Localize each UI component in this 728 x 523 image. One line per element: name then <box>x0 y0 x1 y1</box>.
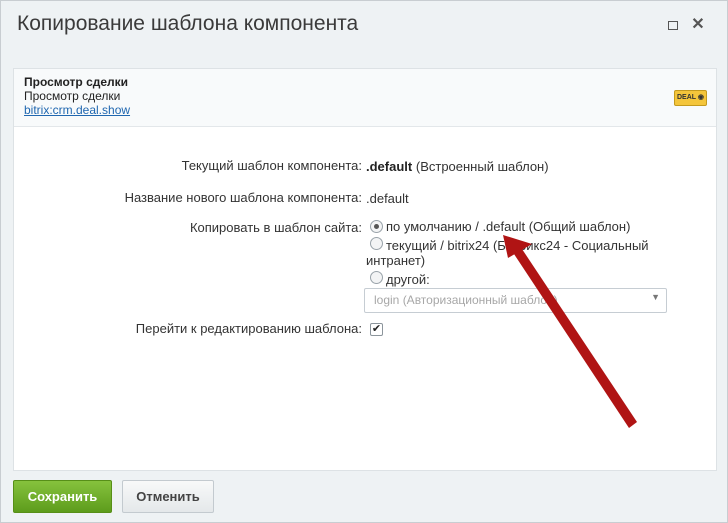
radio-current-label-line1[interactable]: текущий / bitrix24 (Битрикс24 - Социальн… <box>386 238 649 253</box>
component-name: Просмотр сделки <box>24 75 129 89</box>
site-template-select[interactable]: login (Авторизационный шаблон) ▼ <box>364 288 667 313</box>
deal-badge-icon: DEAL ◉ <box>674 90 707 106</box>
edit-template-checkbox[interactable]: ✔ <box>370 323 383 336</box>
close-icon[interactable]: ✕ <box>688 15 708 35</box>
chevron-down-icon[interactable]: ▼ <box>651 292 660 302</box>
cancel-button[interactable]: Отменить <box>122 480 214 513</box>
radio-other-template[interactable] <box>370 271 383 284</box>
radio-default-template[interactable] <box>370 220 383 233</box>
new-template-name-value: .default <box>366 191 409 206</box>
site-template-select-value: login (Авторизационный шаблон) <box>374 293 558 307</box>
dialog-content: Просмотр сделки Просмотр сделки bitrix:c… <box>13 68 717 471</box>
component-code-link[interactable]: bitrix:crm.deal.show <box>24 103 130 117</box>
edit-template-label: Перейти к редактированию шаблона: <box>135 321 362 336</box>
radio-other-label[interactable]: другой: <box>386 272 430 287</box>
radio-default-label[interactable]: по умолчанию / .default (Общий шаблон) <box>386 219 630 234</box>
maximize-icon[interactable] <box>663 15 683 35</box>
radio-current-template[interactable] <box>370 237 383 250</box>
current-template-note: (Встроенный шаблон) <box>415 159 549 174</box>
component-header: Просмотр сделки Просмотр сделки bitrix:c… <box>14 69 716 127</box>
component-description: Просмотр сделки <box>24 89 121 103</box>
new-template-name-label: Название нового шаблона компонента: <box>124 190 362 205</box>
dialog-title: Копирование шаблона компонента <box>17 12 359 35</box>
copy-to-site-label: Копировать в шаблон сайта: <box>189 220 362 235</box>
current-template-value: .default (Встроенный шаблон) <box>366 159 549 174</box>
save-button[interactable]: Сохранить <box>13 480 112 513</box>
current-template-name: .default <box>366 159 413 174</box>
current-template-label: Текущий шаблон компонента: <box>181 158 362 173</box>
radio-current-label-line2[interactable]: интранет) <box>366 253 425 268</box>
dialog-titlebar[interactable]: Копирование шаблона компонента ✕ <box>1 1 727 49</box>
copy-template-dialog: Копирование шаблона компонента ✕ Просмот… <box>0 0 728 523</box>
